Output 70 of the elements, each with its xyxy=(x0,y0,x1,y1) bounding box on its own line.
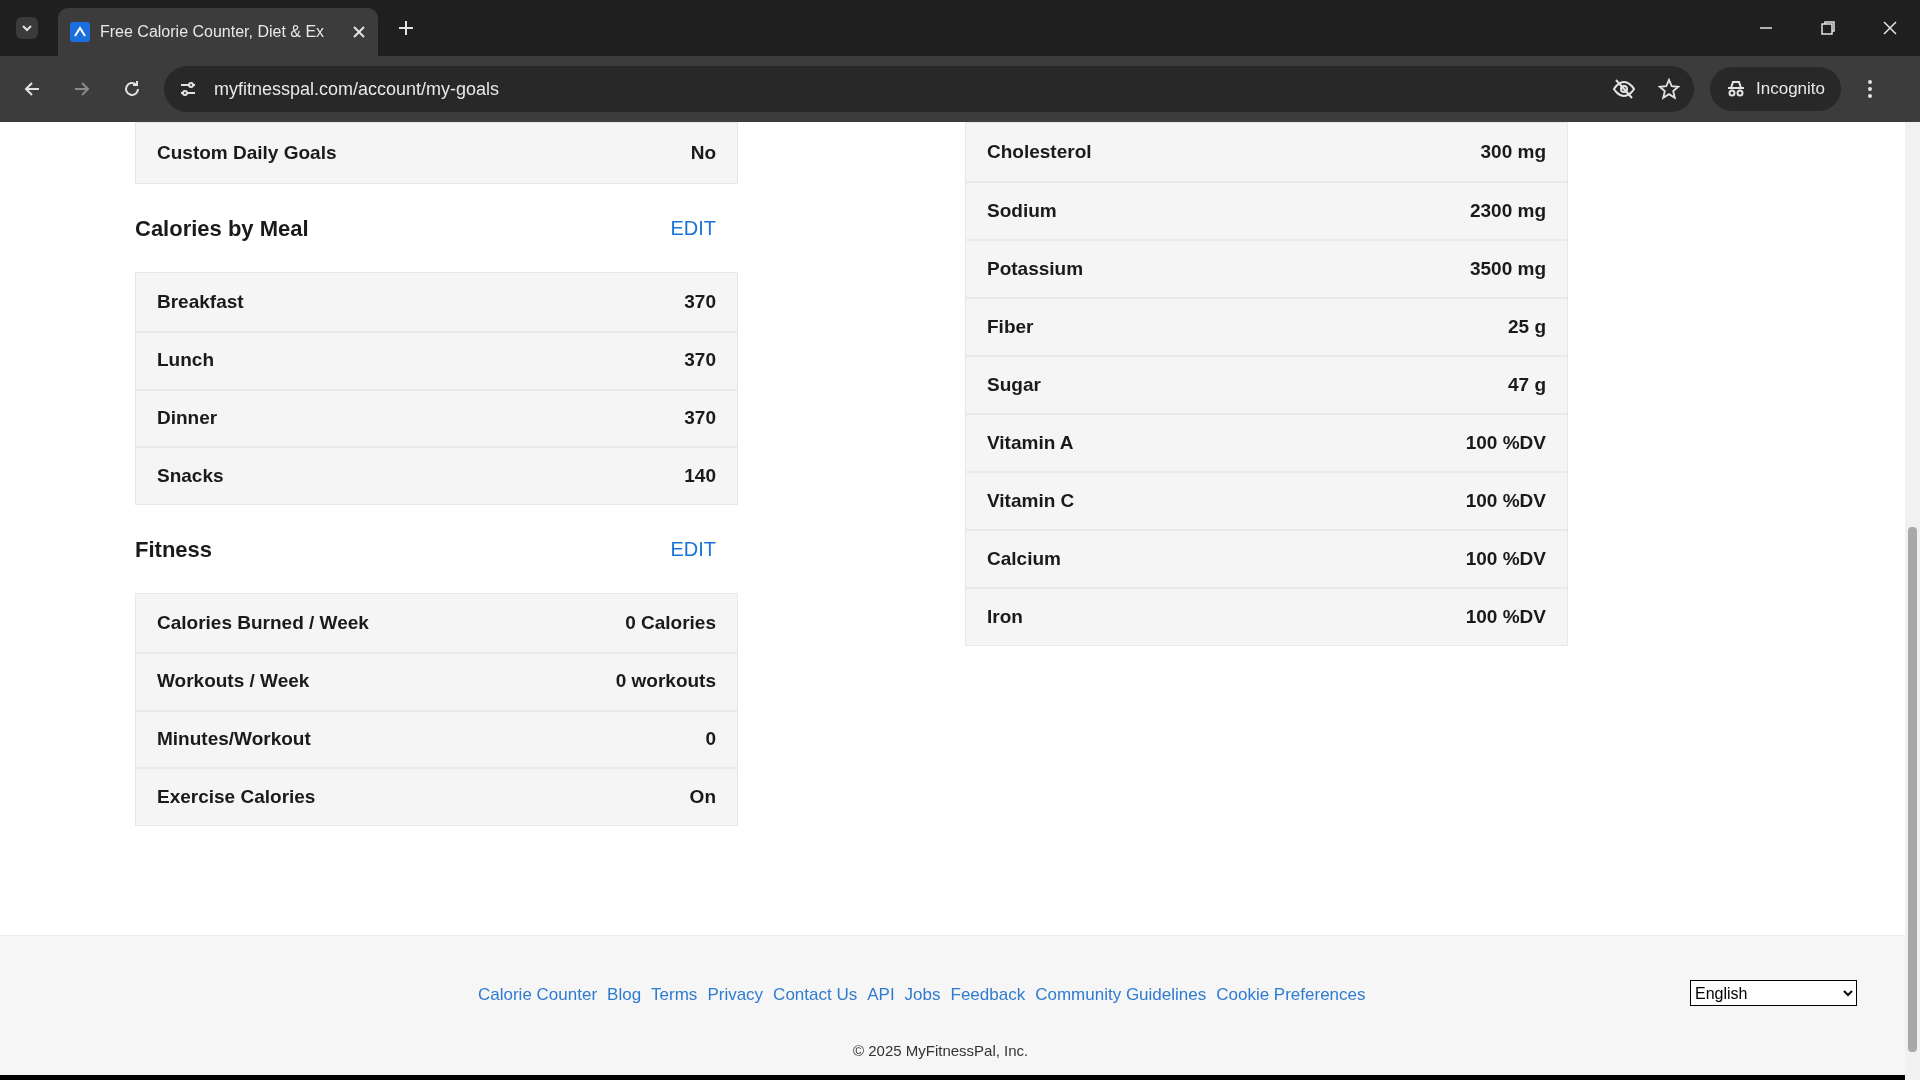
row-value: 25 g xyxy=(1507,314,1546,339)
row-value: 2300 mg xyxy=(1469,198,1546,223)
footer-link[interactable]: Jobs xyxy=(904,982,941,1008)
eye-off-icon[interactable] xyxy=(1612,77,1636,101)
footer-link[interactable]: Community Guidelines xyxy=(1035,982,1207,1008)
row-value: 100 %DV xyxy=(1465,604,1546,629)
section-title: Fitness xyxy=(135,535,213,564)
row-label: Calcium xyxy=(987,546,1061,571)
row-value: 100 %DV xyxy=(1465,430,1546,455)
row-label: Iron xyxy=(987,604,1023,629)
close-window-icon[interactable] xyxy=(1882,20,1898,36)
favicon-icon xyxy=(70,22,90,42)
tab-list-icon[interactable] xyxy=(16,17,38,39)
edit-link[interactable]: EDIT xyxy=(670,213,716,243)
row-label: Lunch xyxy=(157,348,214,373)
site-settings-icon[interactable] xyxy=(178,79,198,99)
row-value: On xyxy=(689,784,716,809)
row-value: 370 xyxy=(684,406,716,431)
row-label: Calories Burned / Week xyxy=(157,610,369,635)
url-text: myfitnesspal.com/account/my-goals xyxy=(214,77,501,101)
incognito-button[interactable]: Incognito xyxy=(1710,67,1841,111)
row-value: No xyxy=(690,140,716,165)
row-value: 0 workouts xyxy=(615,669,716,694)
address-bar[interactable]: myfitnesspal.com/account/my-goals xyxy=(164,66,1694,112)
section-title: Calories by Meal xyxy=(135,214,309,243)
reload-icon[interactable] xyxy=(122,79,142,99)
star-icon[interactable] xyxy=(1658,78,1680,100)
footer-link[interactable]: Privacy xyxy=(707,982,764,1008)
row-value: 3500 mg xyxy=(1469,256,1546,281)
browser-tab[interactable]: Free Calorie Counter, Diet & Ex xyxy=(58,8,378,56)
row-label: Potassium xyxy=(987,256,1084,281)
row-label: Vitamin A xyxy=(987,430,1074,455)
footer-link[interactable]: Blog xyxy=(607,982,642,1008)
row-label: Snacks xyxy=(157,463,224,488)
row-label: Minutes/Workout xyxy=(157,727,311,752)
row-label: Exercise Calories xyxy=(157,784,316,809)
scrollbar[interactable] xyxy=(1905,122,1920,1080)
row-value: 47 g xyxy=(1507,372,1546,397)
row-value: 100 %DV xyxy=(1465,546,1546,571)
row-value: 100 %DV xyxy=(1465,488,1546,513)
row-value: 370 xyxy=(684,348,716,373)
language-select[interactable]: English xyxy=(1690,980,1857,1006)
restore-icon[interactable] xyxy=(1820,20,1836,36)
row-label: Cholesterol xyxy=(987,139,1092,164)
footer-link[interactable]: Feedback xyxy=(950,982,1026,1008)
incognito-icon xyxy=(1726,79,1746,99)
row-label: Dinner xyxy=(157,406,218,431)
row-value: 370 xyxy=(684,289,716,314)
row-value: 140 xyxy=(684,463,716,488)
row-value: 0 xyxy=(705,727,716,752)
row-label: Custom Daily Goals xyxy=(157,140,337,165)
new-tab-icon[interactable] xyxy=(398,20,414,36)
row-label: Sugar xyxy=(987,372,1041,397)
row-label: Fiber xyxy=(987,314,1034,339)
footer-link[interactable]: API xyxy=(867,982,895,1008)
footer-link[interactable]: Calorie Counter xyxy=(478,982,598,1008)
row-value: 0 Calories xyxy=(625,610,716,635)
edit-link[interactable]: EDIT xyxy=(670,534,716,564)
footer-link[interactable]: Terms xyxy=(651,982,698,1008)
row-label: Sodium xyxy=(987,198,1057,223)
row-label: Workouts / Week xyxy=(157,669,310,694)
row-label: Breakfast xyxy=(157,289,244,314)
copyright-text: © 2025 MyFitnessPal, Inc. xyxy=(853,1041,1029,1061)
footer-link[interactable]: Cookie Preferences xyxy=(1216,982,1366,1008)
row-label: Vitamin C xyxy=(987,488,1075,513)
footer-link[interactable]: Contact Us xyxy=(773,982,858,1008)
menu-icon[interactable] xyxy=(1867,79,1873,99)
row-value: 300 mg xyxy=(1480,139,1546,164)
close-tab-icon[interactable] xyxy=(352,25,366,39)
tab-title: Free Calorie Counter, Diet & Ex xyxy=(100,22,326,42)
